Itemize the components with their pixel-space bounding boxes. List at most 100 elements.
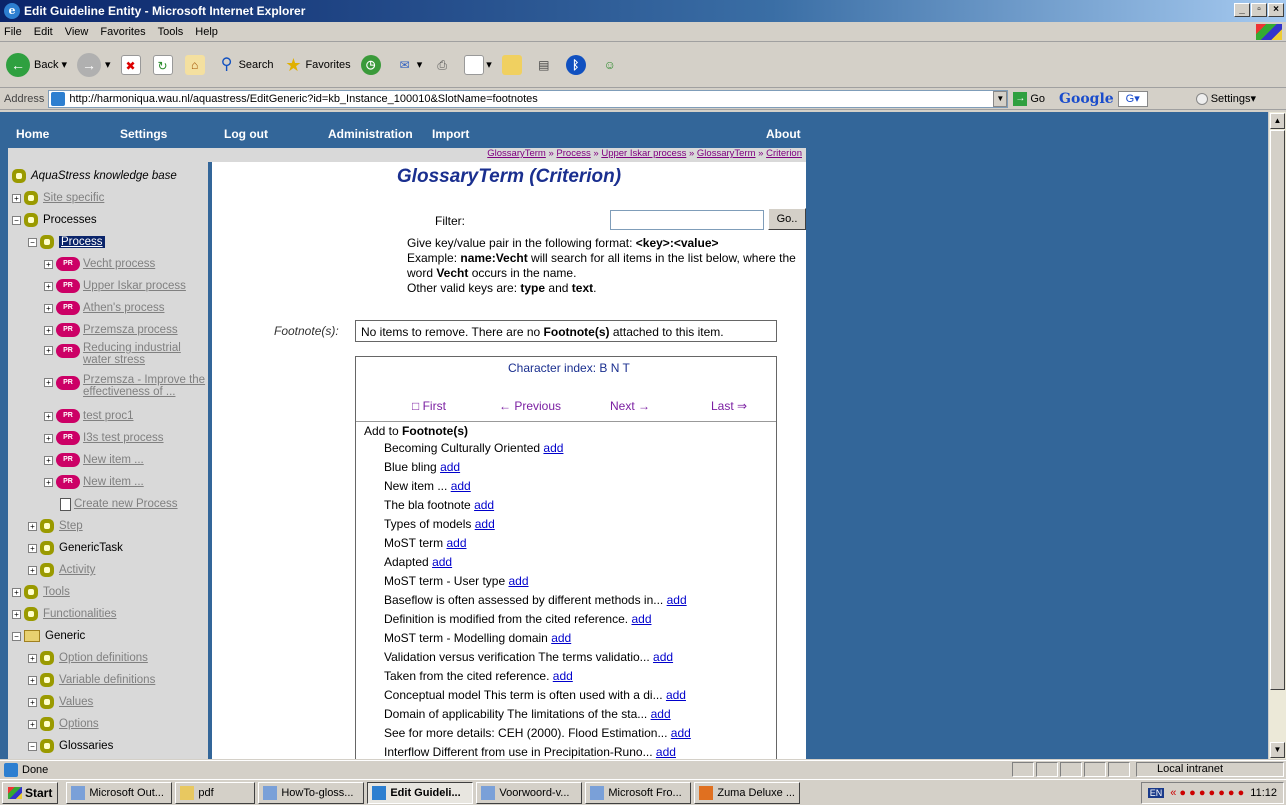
tree-item-generic[interactable]: − Generic xyxy=(12,627,85,645)
tree-process-item[interactable]: + PR Upper Iskar process xyxy=(44,277,186,295)
add-link[interactable]: add xyxy=(671,726,691,740)
expand-icon[interactable]: + xyxy=(28,543,37,553)
menu-view[interactable]: View xyxy=(65,26,89,38)
menu-help[interactable]: Help xyxy=(195,26,218,38)
edit-button[interactable]: ▾ xyxy=(464,54,492,75)
tree-item-processes[interactable]: − Processes xyxy=(12,211,97,229)
address-dropdown-icon[interactable]: ▼ xyxy=(993,90,1008,107)
expand-icon[interactable]: + xyxy=(28,697,37,707)
close-button[interactable]: × xyxy=(1268,3,1284,17)
breadcrumb-item[interactable]: Criterion xyxy=(766,148,802,159)
folder-button[interactable] xyxy=(501,54,524,75)
expand-icon[interactable]: + xyxy=(44,303,53,313)
add-link[interactable]: add xyxy=(543,441,563,455)
tree-process-item[interactable]: + PR I3s test process xyxy=(44,429,164,447)
nav-about[interactable]: About xyxy=(766,127,801,141)
add-link[interactable]: add xyxy=(553,669,573,683)
refresh-button[interactable]: ↻ xyxy=(152,54,175,75)
expand-icon[interactable]: + xyxy=(44,325,53,335)
pager-previous[interactable]: ← Previous xyxy=(499,399,561,413)
expand-icon[interactable]: + xyxy=(12,609,21,619)
add-link[interactable]: add xyxy=(666,688,686,702)
filter-go-button[interactable]: Go.. xyxy=(768,208,806,230)
print-button[interactable]: ⎙ xyxy=(432,55,454,75)
add-link[interactable]: add xyxy=(440,460,460,474)
scroll-down-icon[interactable]: ▼ xyxy=(1270,742,1285,758)
expand-icon[interactable]: + xyxy=(44,433,53,443)
tree-process-item[interactable]: + PR Athen's process xyxy=(44,299,164,317)
tree-item-site-specific[interactable]: + Site specific xyxy=(12,189,104,207)
add-link[interactable]: add xyxy=(508,574,528,588)
menu-file[interactable]: File xyxy=(4,26,22,38)
tree-item-tools[interactable]: + Tools xyxy=(12,583,70,601)
maximize-button[interactable]: ▫ xyxy=(1251,3,1267,17)
tree-process-item[interactable]: + PR Vecht process xyxy=(44,255,155,273)
tree-item-variable-definitions[interactable]: + Variable definitions xyxy=(28,671,155,689)
history-button[interactable]: ◷ xyxy=(360,54,385,75)
google-search-icon[interactable]: G▾ xyxy=(1117,90,1148,107)
taskbar-item[interactable]: Zuma Deluxe ... xyxy=(694,781,801,804)
expand-icon[interactable]: + xyxy=(44,281,53,291)
collapse-icon[interactable]: − xyxy=(28,237,37,247)
expand-icon[interactable]: + xyxy=(44,411,53,421)
add-link[interactable]: add xyxy=(446,536,466,550)
language-indicator[interactable]: EN xyxy=(1147,788,1165,798)
tree-item-activity[interactable]: + Activity xyxy=(28,561,95,579)
add-link[interactable]: add xyxy=(432,555,452,569)
tree-process-item[interactable]: + PR New item ... xyxy=(44,473,144,491)
expand-icon[interactable]: + xyxy=(44,477,53,487)
back-button[interactable]: ← Back ▾ xyxy=(6,52,67,77)
tree-process-item[interactable]: + PR test proc1 xyxy=(44,407,134,425)
expand-icon[interactable]: + xyxy=(28,675,37,685)
tree-process-item[interactable]: + PR Przemsza process xyxy=(44,321,178,339)
settings-button[interactable]: Settings ▾ xyxy=(1195,92,1256,105)
expand-icon[interactable]: + xyxy=(12,587,21,597)
menu-favorites[interactable]: Favorites xyxy=(100,26,145,38)
tree-process-item[interactable]: + PR Reducing industrial water stress xyxy=(44,342,211,372)
minimize-button[interactable]: _ xyxy=(1234,3,1250,17)
scroll-up-icon[interactable]: ▲ xyxy=(1270,113,1285,129)
expand-icon[interactable]: + xyxy=(12,193,21,203)
add-link[interactable]: add xyxy=(474,498,494,512)
taskbar-item[interactable]: Voorwoord-v... xyxy=(476,781,583,804)
tree-item-option-definitions[interactable]: + Option definitions xyxy=(28,649,148,667)
pager-next[interactable]: Next → xyxy=(610,399,650,413)
collapse-icon[interactable]: − xyxy=(28,741,37,751)
start-button[interactable]: Start xyxy=(2,781,59,804)
expand-icon[interactable]: + xyxy=(44,378,53,387)
bluetooth-button[interactable]: ᛒ xyxy=(565,54,590,75)
breadcrumb-item[interactable]: Process xyxy=(556,148,590,159)
add-link[interactable]: add xyxy=(656,745,676,759)
tree-item-glossaries[interactable]: − Glossaries xyxy=(28,737,113,755)
vertical-scrollbar[interactable]: ▲ ▼ xyxy=(1268,112,1286,759)
tree-item-generictask[interactable]: + GenericTask xyxy=(28,539,123,557)
scroll-thumb[interactable] xyxy=(1270,130,1285,690)
home-button[interactable]: ⌂ xyxy=(184,54,207,75)
pager-last[interactable]: Last ⇒ xyxy=(711,399,747,413)
expand-icon[interactable]: + xyxy=(44,455,53,465)
add-link[interactable]: add xyxy=(631,612,651,626)
expand-icon[interactable]: + xyxy=(44,259,53,269)
tree-process-item[interactable]: + PR Przemsza - Improve the effectiveness … xyxy=(44,374,211,404)
messenger-button[interactable]: ☺ xyxy=(600,55,622,75)
menu-tools[interactable]: Tools xyxy=(158,26,184,38)
tree-item-values[interactable]: + Values xyxy=(28,693,93,711)
address-input[interactable]: http://harmoniqua.wau.nl/aquastress/Edit… xyxy=(48,89,1009,108)
taskbar-item[interactable]: pdf xyxy=(175,781,256,804)
nav-settings[interactable]: Settings xyxy=(120,127,167,141)
breadcrumb-item[interactable]: GlossaryTerm xyxy=(697,148,756,159)
menu-edit[interactable]: Edit xyxy=(34,26,53,38)
tree-item-functionalities[interactable]: + Functionalities xyxy=(12,605,117,623)
research-button[interactable]: ▤ xyxy=(534,55,556,75)
add-link[interactable]: add xyxy=(475,517,495,531)
breadcrumb-item[interactable]: GlossaryTerm xyxy=(487,148,546,159)
expand-icon[interactable]: + xyxy=(28,653,37,663)
add-link[interactable]: add xyxy=(551,631,571,645)
tree-item-step[interactable]: + Step xyxy=(28,517,83,535)
tree-process-item[interactable]: + PR New item ... xyxy=(44,451,144,469)
add-link[interactable]: add xyxy=(667,593,687,607)
filter-input[interactable] xyxy=(610,210,764,230)
taskbar-item-active[interactable]: Edit Guideli... xyxy=(367,781,474,804)
nav-administration[interactable]: Administration xyxy=(328,127,413,141)
favorites-button[interactable]: ★ Favorites xyxy=(283,55,350,75)
